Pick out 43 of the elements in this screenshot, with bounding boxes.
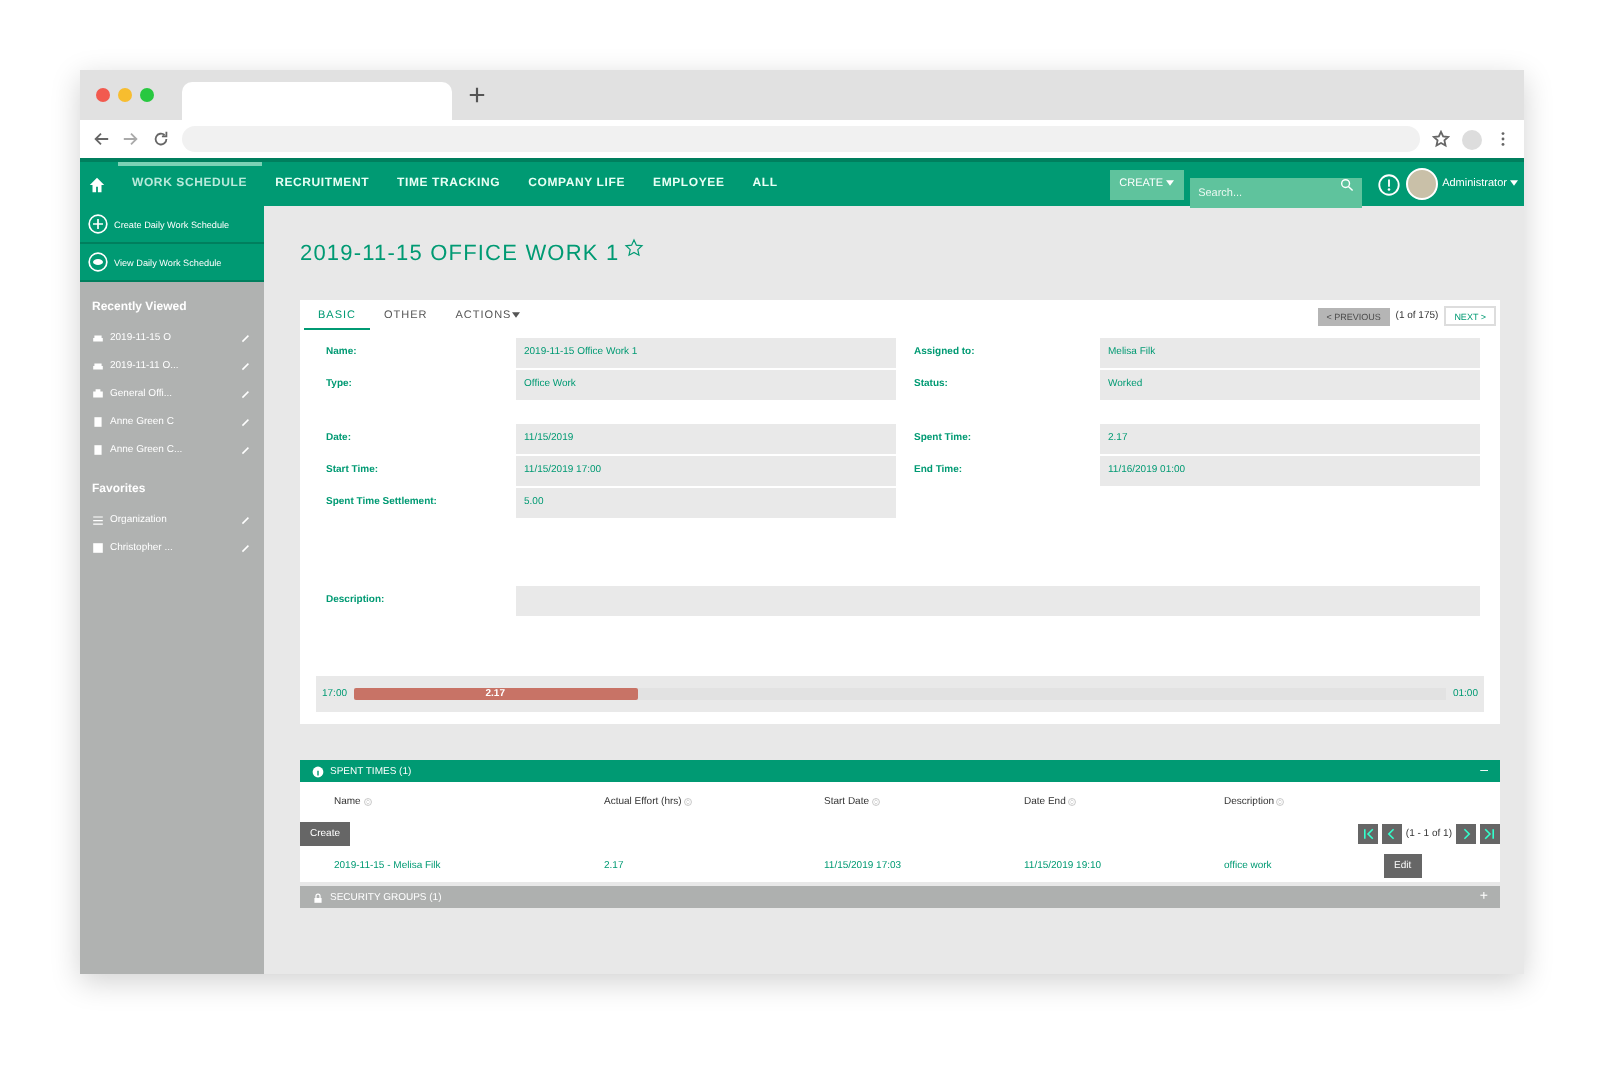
forward-icon[interactable] bbox=[122, 130, 140, 148]
caret-icon bbox=[511, 312, 520, 319]
sort-icon bbox=[684, 797, 693, 806]
search-icon[interactable] bbox=[1340, 177, 1355, 191]
star-icon[interactable] bbox=[623, 238, 644, 258]
first-page-icon bbox=[1359, 826, 1376, 842]
list-icon bbox=[92, 514, 104, 526]
pencil-icon[interactable] bbox=[240, 542, 252, 554]
plus-circle-icon bbox=[88, 214, 108, 234]
chevron-right-icon bbox=[1458, 826, 1474, 842]
document-icon bbox=[92, 416, 104, 428]
pencil-icon[interactable] bbox=[240, 514, 252, 526]
sort-icon bbox=[871, 797, 880, 806]
pencil-icon[interactable] bbox=[240, 332, 252, 344]
eye-circle-icon bbox=[88, 252, 108, 272]
new-tab-icon[interactable] bbox=[468, 86, 486, 104]
info-icon bbox=[312, 765, 324, 777]
caret-icon bbox=[1510, 180, 1518, 187]
back-icon[interactable] bbox=[92, 130, 110, 148]
reload-icon[interactable] bbox=[152, 130, 170, 148]
previous-page-button[interactable] bbox=[1381, 824, 1402, 844]
sort-icon bbox=[1068, 797, 1077, 806]
last-page-button[interactable] bbox=[1480, 824, 1500, 844]
avatar-circle[interactable] bbox=[1406, 168, 1439, 200]
notification-icon[interactable] bbox=[1378, 173, 1401, 195]
pencil-icon[interactable] bbox=[240, 360, 252, 372]
maximize-window-icon[interactable] bbox=[140, 88, 154, 102]
home-icon[interactable] bbox=[88, 175, 106, 193]
star-icon[interactable] bbox=[1432, 130, 1450, 148]
sort-icon bbox=[1276, 797, 1285, 806]
lock-icon bbox=[312, 891, 324, 903]
record-title: 2019-11-15 OFFICE WORK 1 bbox=[300, 241, 620, 265]
caret-icon bbox=[1166, 180, 1175, 187]
close-window-icon[interactable] bbox=[96, 88, 110, 102]
pencil-icon[interactable] bbox=[240, 444, 252, 456]
pencil-icon[interactable] bbox=[240, 416, 252, 428]
sort-icon bbox=[363, 797, 372, 806]
next-page-button[interactable] bbox=[1456, 824, 1476, 844]
document-icon bbox=[92, 444, 104, 456]
chevron-left-icon bbox=[1383, 826, 1400, 842]
pencil-icon[interactable] bbox=[240, 388, 252, 400]
first-page-button[interactable] bbox=[1357, 824, 1378, 844]
last-page-icon bbox=[1482, 826, 1498, 842]
